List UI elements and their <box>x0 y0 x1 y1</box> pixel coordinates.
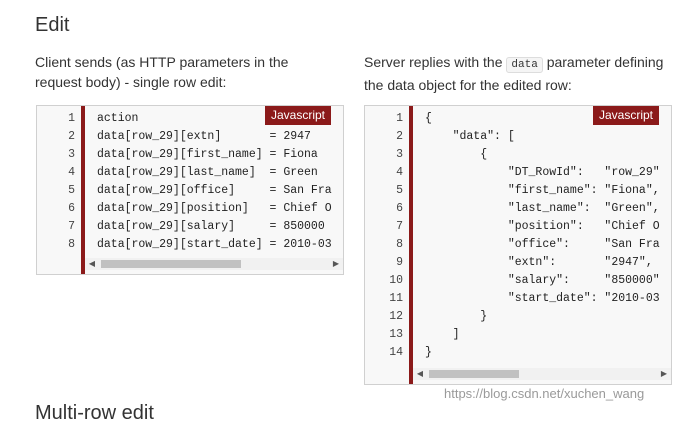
line-number: 6 <box>396 202 403 215</box>
code-text: "salary": "850000" <box>425 274 660 287</box>
line-number: 13 <box>389 328 403 341</box>
code-text: } <box>425 346 432 359</box>
line-number: 7 <box>396 220 403 233</box>
server-code-block: 1{2 "data": [3 {4 "DT_RowId": "row_29" 5 … <box>364 105 672 385</box>
code-line: 7 data[row_29][salary] = 850000 <box>37 218 343 236</box>
line-number: 3 <box>68 148 75 161</box>
code-text: data[row_29][start_date] = 2010-03 <box>97 238 332 251</box>
scrollbar-thumb[interactable] <box>101 260 241 268</box>
code-text: } <box>425 310 488 323</box>
watermark: https://blog.csdn.net/xuchen_wang <box>444 386 645 401</box>
scroll-left-arrow-icon[interactable]: ◀ <box>85 258 99 270</box>
code-text: data[row_29][position] = Chief O <box>97 202 332 215</box>
code-line: 5 "first_name": "Fiona", <box>365 182 671 200</box>
scroll-right-arrow-icon[interactable]: ▶ <box>657 368 671 380</box>
code-text: "first_name": "Fiona", <box>425 184 660 197</box>
code-line: 3 data[row_29][first_name] = Fiona <box>37 146 343 164</box>
code-text: data[row_29][last_name] = Green <box>97 166 318 179</box>
client-code-block: 1 action 2 data[row_29][extn] = 2947 3 data[r… <box>36 105 344 275</box>
code-text: "data": [ <box>425 130 515 143</box>
client-description: Client sends (as HTTP parameters in the … <box>35 54 289 90</box>
code-lines: 1{2 "data": [3 {4 "DT_RowId": "row_29" 5 … <box>365 110 671 362</box>
code-text: "start_date": "2010-03 <box>425 292 660 305</box>
line-number: 4 <box>68 166 75 179</box>
server-description: Server replies with the data parameter d… <box>364 52 684 95</box>
code-line: 7 "position": "Chief O <box>365 218 671 236</box>
code-line: 12 } <box>365 308 671 326</box>
language-badge: Javascript <box>592 106 659 125</box>
horizontal-scrollbar[interactable]: ◀ ▶ <box>413 368 671 380</box>
line-number: 7 <box>68 220 75 233</box>
code-text: "office": "San Fra <box>425 238 660 251</box>
code-line: 2 data[row_29][extn] = 2947 <box>37 128 343 146</box>
code-line: 6 data[row_29][position] = Chief O <box>37 200 343 218</box>
code-line: 14} <box>365 344 671 362</box>
code-line: 8 "office": "San Fra <box>365 236 671 254</box>
line-number: 8 <box>396 238 403 251</box>
scroll-left-arrow-icon[interactable]: ◀ <box>413 368 427 380</box>
language-badge: Javascript <box>264 106 331 125</box>
line-number: 2 <box>68 130 75 143</box>
code-line: 11 "start_date": "2010-03 <box>365 290 671 308</box>
line-number: 11 <box>389 292 403 305</box>
code-text: { <box>425 112 432 125</box>
line-number: 6 <box>68 202 75 215</box>
server-description-pre: Server replies with the <box>364 54 507 70</box>
line-number: 2 <box>396 130 403 143</box>
line-number: 9 <box>396 256 403 269</box>
code-text: data[row_29][office] = San Fra <box>97 184 332 197</box>
scroll-right-arrow-icon[interactable]: ▶ <box>329 258 343 270</box>
line-number: 12 <box>389 310 403 323</box>
next-section-heading: Multi-row edit <box>35 402 154 424</box>
line-number: 14 <box>389 346 403 359</box>
code-line: 5 data[row_29][office] = San Fra <box>37 182 343 200</box>
line-number: 5 <box>396 184 403 197</box>
line-number: 1 <box>68 112 75 125</box>
code-text: "position": "Chief O <box>425 220 660 233</box>
code-text: "DT_RowId": "row_29" <box>425 166 660 179</box>
code-text: data[row_29][extn] = 2947 <box>97 130 311 143</box>
line-number: 4 <box>396 166 403 179</box>
code-text: "extn": "2947", <box>425 256 653 269</box>
code-line: 4 "DT_RowId": "row_29" <box>365 164 671 182</box>
line-number: 3 <box>396 148 403 161</box>
code-lines: 1 action 2 data[row_29][extn] = 2947 3 data[r… <box>37 110 343 254</box>
code-text: action <box>97 112 139 125</box>
code-line: 4 data[row_29][last_name] = Green <box>37 164 343 182</box>
data-inline-code: data <box>506 57 543 73</box>
line-number: 10 <box>389 274 403 287</box>
line-number: 5 <box>68 184 75 197</box>
code-text: data[row_29][first_name] = Fiona <box>97 148 318 161</box>
section-title: Edit <box>35 14 70 36</box>
code-line: 6 "last_name": "Green", <box>365 200 671 218</box>
code-line: 2 "data": [ <box>365 128 671 146</box>
code-text: data[row_29][salary] = 850000 <box>97 220 325 233</box>
line-number: 8 <box>68 238 75 251</box>
line-number: 1 <box>396 112 403 125</box>
code-line: 9 "extn": "2947", <box>365 254 671 272</box>
scrollbar-thumb[interactable] <box>429 370 519 378</box>
horizontal-scrollbar[interactable]: ◀ ▶ <box>85 258 343 270</box>
code-text: ] <box>425 328 460 341</box>
code-line: 3 { <box>365 146 671 164</box>
code-text: { <box>425 148 488 161</box>
code-text: "last_name": "Green", <box>425 202 660 215</box>
code-line: 10 "salary": "850000" <box>365 272 671 290</box>
code-line: 13 ] <box>365 326 671 344</box>
code-line: 8 data[row_29][start_date] = 2010-03 <box>37 236 343 254</box>
